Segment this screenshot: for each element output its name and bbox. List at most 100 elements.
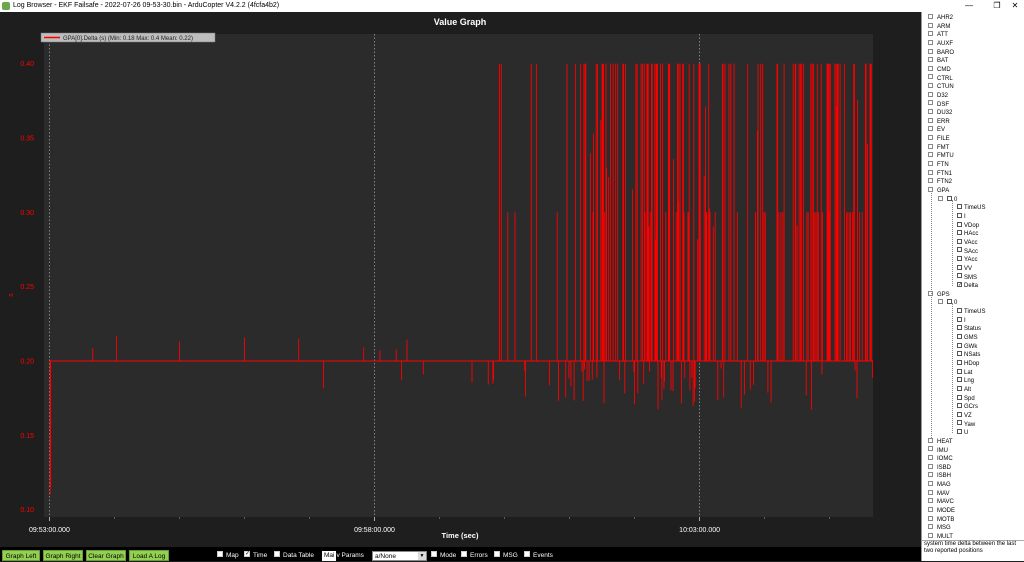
errors-checkbox[interactable]: Errors <box>461 551 488 560</box>
tree-checkbox[interactable] <box>957 325 962 331</box>
tree-guide-line <box>952 303 953 434</box>
map-checkbox-box[interactable] <box>217 551 223 558</box>
tree-checkbox[interactable] <box>957 342 962 348</box>
expand-icon[interactable] <box>928 31 933 37</box>
x-tick-label: 10:03:00.000 <box>679 527 720 534</box>
expand-icon[interactable] <box>928 57 933 63</box>
graph-left-button[interactable]: Graph Left <box>2 550 40 561</box>
y-tick-label: 0.30 <box>20 210 34 217</box>
tree-checkbox[interactable] <box>957 238 962 244</box>
expand-icon[interactable] <box>928 532 933 538</box>
tree-checkbox[interactable] <box>957 411 962 417</box>
tree-checkbox[interactable] <box>957 333 962 339</box>
chevron-down-icon[interactable]: ▼ <box>418 552 426 560</box>
tree-checkbox[interactable] <box>957 212 962 218</box>
load-log-button[interactable]: Load A Log <box>129 550 169 561</box>
expand-icon[interactable] <box>928 152 933 158</box>
tree-checkbox[interactable] <box>957 273 962 279</box>
expand-icon[interactable] <box>928 178 933 184</box>
check-icon[interactable]: ✓ <box>244 551 250 558</box>
expand-icon[interactable] <box>928 463 933 469</box>
y-tick-label: 0.10 <box>20 507 34 514</box>
tree-checkbox[interactable] <box>957 230 962 236</box>
close-icon[interactable]: ✕ <box>1004 0 1024 12</box>
legend-entry: GPA[0].Delta (s) (Min: 0.18 Max: 0.4 Mea… <box>63 36 193 42</box>
tree-checkbox[interactable] <box>957 316 962 322</box>
map-checkbox[interactable]: Map <box>217 551 239 560</box>
graph-right-button[interactable]: Graph Right <box>43 550 83 561</box>
expand-icon[interactable] <box>928 169 933 175</box>
x-tick-label: 09:58:00.000 <box>354 527 395 534</box>
tree-checkbox[interactable] <box>957 385 962 391</box>
mode-checkbox-box[interactable] <box>431 551 437 558</box>
tree-field-gpa-delta[interactable]: ✓ Delta <box>957 282 978 291</box>
msg-checkbox-box[interactable] <box>494 551 500 558</box>
expand-icon[interactable] <box>928 126 933 132</box>
chart-svg[interactable]: Value Graph 09:53:00.000 09:58:00.000 10:0… <box>0 12 921 547</box>
expand-icon[interactable] <box>938 299 943 305</box>
tree-checkbox[interactable] <box>957 394 962 400</box>
tree-checkbox[interactable] <box>957 204 962 210</box>
plot-area[interactable] <box>44 34 873 517</box>
expand-icon[interactable] <box>928 506 933 512</box>
events-checkbox-box[interactable] <box>524 551 530 558</box>
expand-icon[interactable] <box>928 455 933 461</box>
value-graph[interactable]: Value Graph 09:53:00.000 09:58:00.000 10:0… <box>0 12 921 547</box>
tree-checkbox[interactable] <box>957 359 962 365</box>
expand-icon[interactable] <box>928 100 933 106</box>
tree-checkbox[interactable] <box>957 221 962 227</box>
mode-checkbox[interactable]: Mode <box>431 551 456 560</box>
tree-item-mult[interactable]: MULT <box>928 532 953 540</box>
tree-checkbox[interactable] <box>957 264 962 270</box>
clear-graph-button[interactable]: Clear Graph <box>86 550 126 561</box>
tree-checkbox[interactable] <box>957 420 962 426</box>
expand-icon[interactable] <box>928 472 933 478</box>
check-icon[interactable]: ✓ <box>957 282 962 288</box>
tree-checkbox[interactable] <box>957 351 962 357</box>
expand-icon[interactable] <box>928 22 933 28</box>
expand-icon[interactable] <box>928 65 933 71</box>
param-select[interactable]: a/None ▼ <box>372 551 427 561</box>
expand-icon[interactable] <box>928 446 933 452</box>
expand-icon[interactable] <box>928 135 933 141</box>
field-tree[interactable]: AHR2 ARM ATT AUXF BARO BAT CMD CTRL CTUN D32 DSF DU… <box>921 12 1024 540</box>
tree-field-gps-u[interactable]: U <box>957 429 968 438</box>
expand-icon[interactable] <box>928 117 933 123</box>
tree-checkbox[interactable] <box>957 377 962 383</box>
expand-icon[interactable] <box>928 160 933 166</box>
tree-item-gps-0[interactable]: 0 <box>938 299 957 308</box>
expand-icon[interactable] <box>928 109 933 115</box>
expand-icon[interactable] <box>928 48 933 54</box>
expand-icon[interactable] <box>938 195 943 201</box>
expand-icon[interactable] <box>928 74 933 80</box>
expand-icon[interactable] <box>928 524 933 530</box>
expand-icon[interactable] <box>928 481 933 487</box>
expand-icon[interactable] <box>928 498 933 504</box>
chart-title: Value Graph <box>434 17 487 27</box>
tree-checkbox[interactable] <box>957 368 962 374</box>
tree-checkbox[interactable] <box>957 429 962 435</box>
mav-params-tab[interactable]: Mai v Params <box>322 551 364 561</box>
time-checkbox[interactable]: ✓ Time <box>244 551 267 560</box>
data-table-checkbox[interactable]: Data Table <box>274 551 314 560</box>
x-tick-label: 09:53:00.000 <box>29 527 70 534</box>
tree-checkbox[interactable] <box>957 403 962 409</box>
tree-item-gpa-0[interactable]: 0 <box>938 195 957 205</box>
tree-checkbox[interactable] <box>957 256 962 262</box>
expand-icon[interactable] <box>928 515 933 521</box>
y-tick-label: 0.25 <box>20 284 34 291</box>
minimize-icon[interactable]: — <box>958 0 980 12</box>
tree-checkbox[interactable] <box>957 247 962 253</box>
expand-icon[interactable] <box>928 13 933 19</box>
expand-icon[interactable] <box>928 39 933 45</box>
expand-icon[interactable] <box>928 83 933 89</box>
expand-icon[interactable] <box>928 489 933 495</box>
expand-icon[interactable] <box>928 143 933 149</box>
expand-icon[interactable] <box>928 437 933 443</box>
errors-checkbox-box[interactable] <box>461 551 467 558</box>
events-checkbox[interactable]: Events <box>524 551 553 560</box>
expand-icon[interactable] <box>928 91 933 97</box>
msg-checkbox[interactable]: MSG <box>494 551 518 560</box>
data-table-checkbox-box[interactable] <box>274 551 280 558</box>
tree-checkbox[interactable] <box>957 308 962 314</box>
